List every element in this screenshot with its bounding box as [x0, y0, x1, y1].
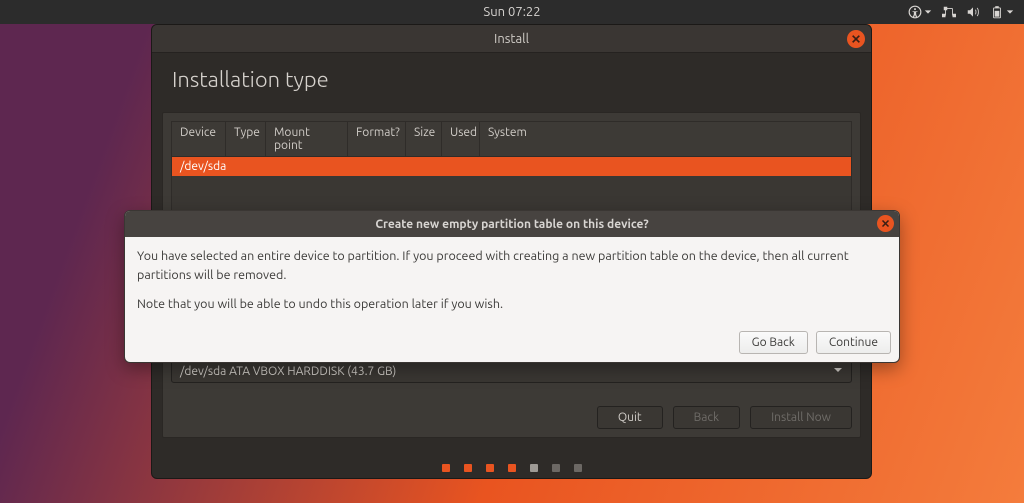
- dialog-actions: Go Back Continue: [125, 331, 899, 362]
- table-header: Device Type Mount point Format? Size Use…: [172, 122, 851, 157]
- dialog-body: You have selected an entire device to pa…: [125, 237, 899, 331]
- dialog-titlebar: Create new empty partition table on this…: [125, 211, 899, 237]
- sound-icon[interactable]: [966, 5, 980, 19]
- col-system[interactable]: System: [480, 122, 851, 156]
- col-format[interactable]: Format?: [348, 122, 406, 156]
- accessibility-icon[interactable]: [908, 5, 932, 19]
- step-dot: [508, 464, 516, 472]
- step-dot: [464, 464, 472, 472]
- boot-loader-combo[interactable]: /dev/sda ATA VBOX HARDDISK (43.7 GB): [171, 360, 852, 383]
- step-dot: [486, 464, 494, 472]
- col-mount[interactable]: Mount point: [266, 122, 348, 156]
- network-icon[interactable]: [942, 5, 956, 19]
- step-dot: [442, 464, 450, 472]
- page-title: Installation type: [172, 67, 851, 92]
- step-dot: [552, 464, 560, 472]
- table-row[interactable]: /dev/sda: [172, 157, 851, 176]
- confirm-dialog: Create new empty partition table on this…: [124, 210, 900, 363]
- go-back-button[interactable]: Go Back: [739, 331, 808, 354]
- dialog-close-button[interactable]: [877, 215, 894, 232]
- dialog-title: Create new empty partition table on this…: [375, 218, 648, 231]
- dialog-text-2: Note that you will be able to undo this …: [137, 295, 887, 314]
- clock: Sun 07:22: [483, 5, 540, 19]
- window-titlebar: Install: [152, 25, 871, 53]
- step-dot: [530, 464, 538, 472]
- continue-button[interactable]: Continue: [816, 331, 891, 354]
- window-title: Install: [494, 32, 529, 46]
- col-used[interactable]: Used: [442, 122, 480, 156]
- back-button[interactable]: Back: [673, 406, 740, 429]
- dialog-text-1: You have selected an entire device to pa…: [137, 247, 887, 285]
- top-panel: Sun 07:22: [0, 0, 1024, 24]
- col-type[interactable]: Type: [226, 122, 266, 156]
- footer-actions: Quit Back Install Now: [597, 406, 852, 429]
- window-close-button[interactable]: [847, 30, 865, 48]
- boot-loader-value: /dev/sda ATA VBOX HARDDISK (43.7 GB): [180, 365, 396, 378]
- battery-icon[interactable]: [990, 5, 1014, 19]
- system-tray: [908, 5, 1014, 19]
- quit-button[interactable]: Quit: [597, 406, 663, 429]
- col-size[interactable]: Size: [406, 122, 442, 156]
- step-dot: [574, 464, 582, 472]
- install-now-button[interactable]: Install Now: [750, 406, 852, 429]
- chevron-down-icon: [833, 365, 843, 378]
- step-dots: [442, 464, 582, 472]
- col-device[interactable]: Device: [172, 122, 226, 156]
